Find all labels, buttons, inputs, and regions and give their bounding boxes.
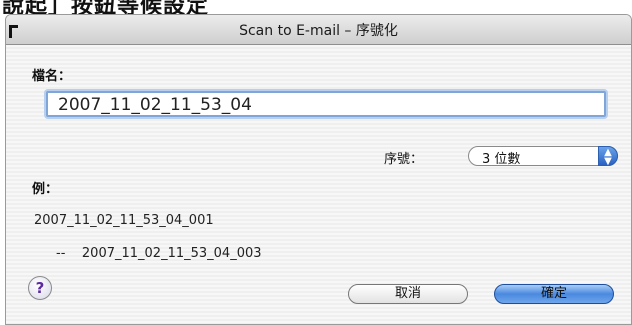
serial-label: 序號： [384,152,424,167]
ok-button[interactable]: 確定 [494,284,614,304]
window-title: Scan to E-mail – 序號化 [239,22,398,39]
title-bar: Scan to E-mail – 序號化 [6,15,631,45]
serial-digits-select[interactable]: 3 位數 ▲ ▼ [468,146,618,167]
cancel-button[interactable]: 取消 [348,284,468,304]
example-line-1: 2007_11_02_11_53_04_001 [34,213,214,228]
filename-label: 檔名： [32,69,72,84]
up-down-arrows-icon: ▲ ▼ [598,146,618,167]
serial-digits-value: 3 位數 [482,152,521,167]
example-label: 例： [32,182,59,197]
help-button[interactable]: ? [28,276,52,300]
filename-input[interactable]: 2007_11_02_11_53_04 [46,91,606,117]
background-window-text-fragment: 說起」按鈕等候設定 [0,0,632,14]
window-corner-mark [9,25,18,38]
question-mark-icon: ? [35,279,45,297]
dialog-window: Scan to E-mail – 序號化 [5,14,632,325]
example-line-2: -- 2007_11_02_11_53_04_003 [56,246,262,261]
